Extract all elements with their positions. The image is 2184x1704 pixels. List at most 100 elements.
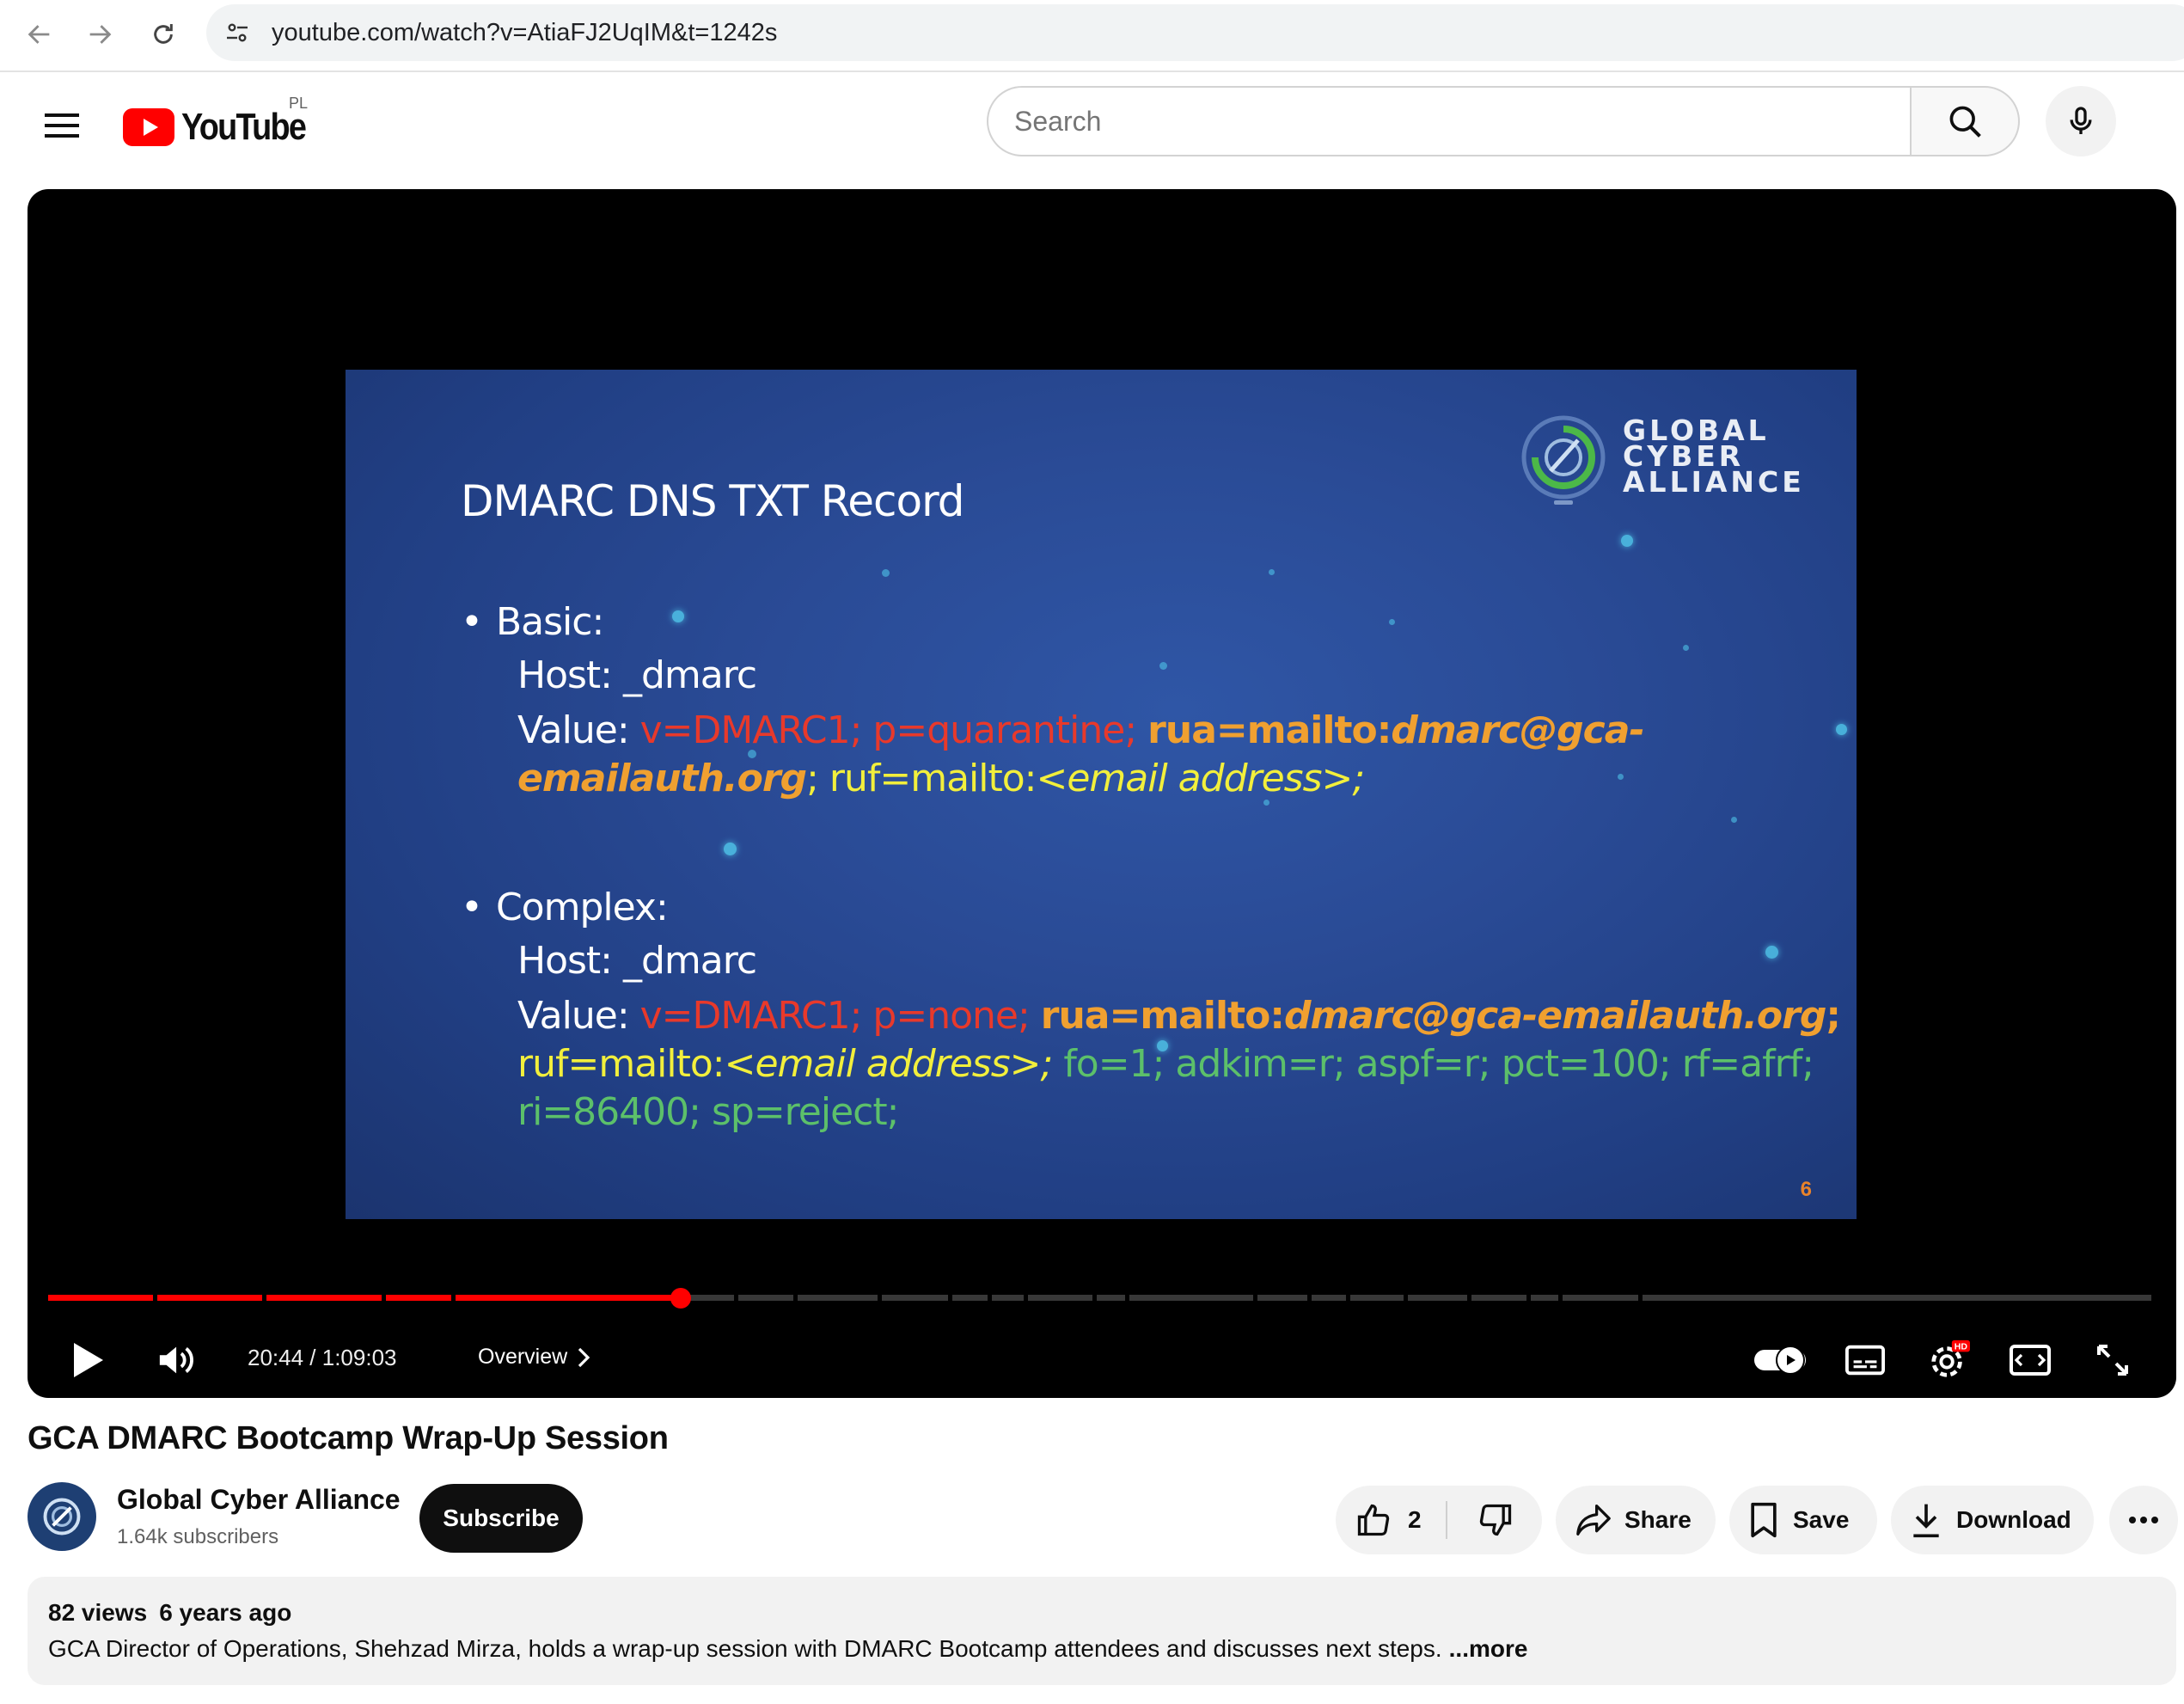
site-settings-icon[interactable]	[222, 17, 253, 48]
autoplay-toggle[interactable]	[1750, 1334, 1810, 1386]
progress-segment-played[interactable]	[456, 1295, 681, 1301]
search-box	[987, 86, 1910, 156]
voice-search-button[interactable]	[2046, 86, 2116, 156]
thumbs-down-icon	[1479, 1504, 1512, 1536]
more-horizontal-icon	[2129, 1517, 2158, 1523]
progress-segment[interactable]	[952, 1295, 988, 1301]
url-text[interactable]: youtube.com/watch?v=AtiaFJ2UqIM&t=1242s	[272, 17, 777, 48]
autoplay-toggle-icon	[1754, 1345, 1806, 1375]
search-icon	[1949, 106, 1981, 138]
theater-mode-icon	[2010, 1345, 2051, 1376]
description-meta: 82 views 6 years ago	[48, 1599, 291, 1627]
save-label: Save	[1793, 1506, 1850, 1533]
fullscreen-button[interactable]	[2085, 1334, 2140, 1386]
youtube-wordmark: YouTube	[181, 106, 307, 148]
progress-segment-played[interactable]	[266, 1295, 382, 1301]
theater-mode-button[interactable]	[2003, 1334, 2058, 1386]
upload-age: 6 years ago	[159, 1599, 292, 1626]
progress-segment[interactable]	[1471, 1295, 1526, 1301]
thumbs-up-icon	[1357, 1504, 1390, 1536]
download-label: Download	[1956, 1506, 2071, 1533]
chapter-button[interactable]: Overview	[478, 1345, 590, 1370]
subscriber-count: 1.64k subscribers	[117, 1525, 279, 1548]
current-time: 20:44	[248, 1345, 304, 1370]
slide-complex-value-line2: ruf=mailto:<email address>; fo=1; adkim=…	[517, 1042, 1814, 1086]
like-dislike-group: 2	[1336, 1486, 1542, 1554]
slide-basic-value-line2: emailauth.org; ruf=mailto:<email address…	[517, 757, 1365, 800]
slide-complex-value-line3: ri=86400; sp=reject;	[517, 1090, 899, 1134]
subtitles-button[interactable]	[1839, 1334, 1891, 1386]
slide-complex-value-line1: Value: v=DMARC1; p=none; rua=mailto:dmar…	[517, 994, 1841, 1038]
hd-badge: HD	[1955, 1342, 1968, 1352]
search-input[interactable]	[1014, 88, 1874, 155]
progress-segment-played[interactable]	[157, 1295, 262, 1301]
time-display: 20:44 / 1:09:03	[248, 1345, 397, 1370]
slide-basic-value-line1: Value: v=DMARC1; p=quarantine; rua=mailt…	[517, 708, 1645, 752]
video-title: GCA DMARC Bootcamp Wrap-Up Session	[28, 1420, 669, 1456]
progress-segment[interactable]	[1312, 1295, 1346, 1301]
global-cyber-alliance-logo: GLOBAL CYBER ALLIANCE	[1516, 408, 1808, 519]
country-code: PL	[289, 95, 309, 112]
bookmark-icon	[1751, 1502, 1777, 1538]
progress-segment[interactable]	[798, 1295, 878, 1301]
search-button[interactable]	[1910, 86, 2020, 156]
progress-segment[interactable]	[1257, 1295, 1307, 1301]
show-more-link[interactable]: ...more	[1449, 1635, 1528, 1662]
progress-segment[interactable]	[1531, 1295, 1558, 1301]
youtube-play-logo-icon	[123, 108, 174, 146]
progress-segment[interactable]	[992, 1295, 1024, 1301]
hamburger-menu-icon[interactable]	[36, 100, 88, 151]
save-button[interactable]: Save	[1729, 1486, 1877, 1554]
gca-avatar-icon	[43, 1498, 81, 1535]
view-count: 82 views	[48, 1599, 148, 1626]
play-button[interactable]	[62, 1334, 113, 1386]
slide-complex-host: Host: _dmarc	[517, 939, 757, 983]
progress-segment-played[interactable]	[48, 1295, 153, 1301]
progress-segment[interactable]	[1408, 1295, 1467, 1301]
channel-avatar[interactable]	[28, 1482, 96, 1551]
slide-complex-heading: Complex:	[461, 886, 669, 929]
play-icon	[74, 1343, 103, 1377]
description-box[interactable]: 82 views 6 years ago GCA Director of Oper…	[28, 1577, 2176, 1685]
progress-segment-played[interactable]	[386, 1295, 451, 1301]
description-text: GCA Director of Operations, Shehzad Mirz…	[48, 1635, 1528, 1662]
subtitles-icon	[1845, 1345, 1885, 1376]
progress-segment[interactable]	[882, 1295, 948, 1301]
settings-button[interactable]: HD	[1918, 1334, 1979, 1386]
progress-scrubber[interactable]	[670, 1288, 691, 1309]
dislike-button[interactable]	[1449, 1486, 1542, 1554]
address-bar[interactable]: youtube.com/watch?v=AtiaFJ2UqIM&t=1242s	[206, 4, 2184, 61]
progress-segment[interactable]	[1097, 1295, 1125, 1301]
reload-icon[interactable]	[141, 12, 186, 57]
progress-segment[interactable]	[689, 1295, 734, 1301]
download-button[interactable]: Download	[1891, 1486, 2094, 1554]
video-player[interactable]: GLOBAL CYBER ALLIANCE DMARC DNS TXT Reco…	[28, 189, 2176, 1398]
progress-segment[interactable]	[1643, 1295, 2151, 1301]
more-actions-button[interactable]	[2109, 1486, 2178, 1554]
like-count: 2	[1408, 1506, 1422, 1533]
video-frame-slide: GLOBAL CYBER ALLIANCE DMARC DNS TXT Reco…	[346, 370, 1857, 1219]
slide-basic-host: Host: _dmarc	[517, 653, 757, 697]
slide-title: DMARC DNS TXT Record	[461, 476, 965, 526]
like-button[interactable]: 2	[1336, 1486, 1447, 1554]
download-icon	[1913, 1504, 1939, 1538]
total-time: 1:09:03	[321, 1345, 397, 1370]
gear-icon: HD	[1931, 1339, 1970, 1377]
share-label: Share	[1624, 1506, 1692, 1533]
progress-segment[interactable]	[1129, 1295, 1253, 1301]
subscribe-button[interactable]: Subscribe	[419, 1484, 583, 1553]
progress-segment[interactable]	[1350, 1295, 1404, 1301]
slide-page-number: 6	[1800, 1178, 1812, 1201]
forward-arrow-icon[interactable]	[77, 12, 122, 57]
share-button[interactable]: Share	[1556, 1486, 1716, 1554]
progress-segment[interactable]	[1563, 1295, 1638, 1301]
back-arrow-icon[interactable]	[17, 12, 62, 57]
masthead: YouTube PL	[0, 72, 2184, 189]
channel-name[interactable]: Global Cyber Alliance	[117, 1484, 401, 1516]
progress-segment[interactable]	[1028, 1295, 1092, 1301]
microphone-icon	[2070, 107, 2092, 134]
progress-segment[interactable]	[738, 1295, 793, 1301]
progress-bar[interactable]	[48, 1295, 2156, 1301]
volume-button[interactable]	[148, 1334, 208, 1386]
gca-logo-icon	[1521, 415, 1606, 505]
